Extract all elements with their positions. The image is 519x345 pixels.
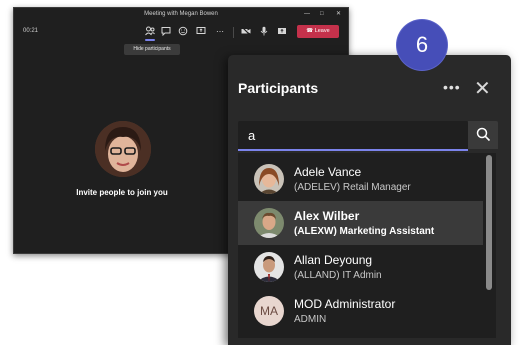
meeting-timer: 00:21 (23, 28, 39, 34)
participant-name: Adele Vance (294, 165, 362, 179)
more-options-icon[interactable]: ••• (443, 79, 461, 95)
hide-participants-tooltip: Hide participants (124, 44, 180, 55)
minimize-icon[interactable]: — (304, 8, 310, 20)
participants-icon[interactable] (144, 26, 156, 41)
participant-row[interactable]: MA MOD Administrator ADMIN (238, 289, 483, 333)
avatar (254, 208, 284, 238)
avatar (254, 164, 284, 194)
search-box (238, 121, 468, 151)
participant-detail: (ADELEV) Retail Manager (294, 182, 411, 193)
search-icon (476, 127, 491, 147)
participant-row[interactable]: Adele Vance (ADELEV) Retail Manager (238, 157, 483, 201)
window-title: Meeting with Megan Bowen (144, 11, 218, 17)
panel-title: Participants (238, 80, 319, 96)
reactions-icon[interactable] (177, 26, 189, 38)
participant-detail: (ALLAND) IT Admin (294, 270, 382, 281)
search-button[interactable] (468, 121, 498, 149)
chat-icon[interactable] (160, 26, 172, 38)
participant-list: Adele Vance (ADELEV) Retail Manager Alex… (238, 153, 496, 338)
phone-hangup-icon: ☎ (306, 28, 314, 34)
more-actions-icon[interactable]: ⋯ (214, 26, 226, 38)
participant-row[interactable]: Allan Deyoung (ALLAND) IT Admin (238, 245, 483, 289)
participant-name: MOD Administrator (294, 297, 396, 311)
participants-panel: Participants ••• ✕ Adele Vance (ADELEV) … (228, 55, 511, 345)
camera-off-icon[interactable] (240, 26, 252, 38)
leave-button[interactable]: ☎ Leave (297, 25, 339, 38)
step-number-badge: 6 (397, 20, 447, 70)
close-window-icon[interactable]: ✕ (336, 8, 341, 20)
participant-name: Alex Wilber (294, 209, 360, 223)
participant-detail: ADMIN (294, 314, 327, 325)
invite-text: Invite people to join you (76, 188, 168, 197)
organizer-avatar (95, 121, 151, 177)
participant-row[interactable]: Alex Wilber (ALEXW) Marketing Assistant (238, 201, 483, 245)
maximize-icon[interactable]: □ (320, 8, 324, 20)
toolbar-divider (233, 27, 234, 38)
microphone-icon[interactable] (258, 26, 270, 38)
list-scrollbar[interactable] (486, 155, 492, 290)
leave-label: Leave (314, 28, 330, 34)
avatar-initials: MA (254, 296, 284, 326)
participant-name: Allan Deyoung (294, 253, 373, 267)
avatar (254, 252, 284, 282)
close-icon[interactable]: ✕ (474, 76, 491, 101)
search-input[interactable] (248, 128, 458, 142)
share-icon[interactable] (195, 26, 207, 38)
share-tray-icon[interactable] (276, 26, 288, 38)
meeting-toolbar: 00:21 ⋯ ☎ Leave (14, 20, 348, 46)
participant-detail: (ALEXW) Marketing Assistant (294, 226, 435, 237)
